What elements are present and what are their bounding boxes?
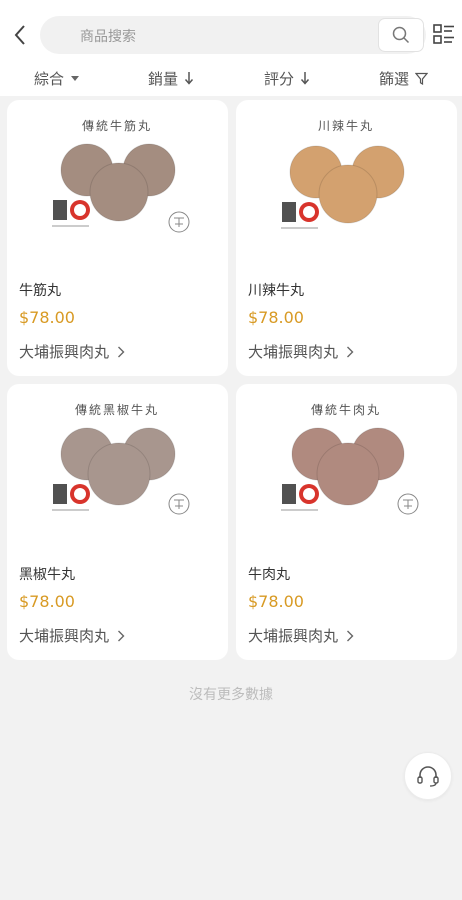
product-image: 傳統牛筋丸 — [52, 118, 190, 233]
filter-icon — [415, 72, 429, 85]
brand-logo — [281, 202, 319, 229]
product-image-title: 傳統牛肉丸 — [311, 402, 381, 417]
product-price: $78.00 — [19, 592, 75, 611]
product-image-title: 傳統牛筋丸 — [82, 118, 152, 133]
brand-logo — [52, 484, 90, 511]
chevron-right-icon — [347, 346, 354, 357]
product-name: 黑椒牛丸 — [19, 567, 75, 583]
product-card[interactable]: 川辣牛丸 川辣牛丸 $78.00 大埔振興肉丸 — [236, 100, 457, 376]
chevron-right-icon — [347, 630, 354, 641]
top-bar: 商品搜索 綜合 銷量 評分 篩選 — [0, 0, 462, 96]
halal-badge-icon — [168, 211, 190, 233]
brand-logo — [281, 484, 319, 511]
no-more-data-text: 沒有更多數據 — [189, 687, 273, 703]
shop-link[interactable]: 大埔振興肉丸 — [248, 625, 354, 646]
product-card[interactable]: 傳統牛筋丸 牛筋丸 $78.00 大埔振興肉丸 — [7, 100, 228, 376]
arrow-down-icon — [184, 72, 194, 85]
brand-logo — [52, 200, 90, 227]
layout-toggle-button[interactable] — [432, 22, 458, 48]
sort-filter-label: 篩選 — [379, 69, 410, 88]
chevron-right-icon — [118, 346, 125, 357]
list-layout-icon — [433, 24, 454, 44]
product-image: 傳統黑椒牛丸 — [52, 402, 190, 515]
arrow-down-icon — [300, 72, 310, 85]
shop-name: 大埔振興肉丸 — [19, 627, 110, 645]
chevron-right-icon — [118, 630, 125, 641]
shop-link[interactable]: 大埔振興肉丸 — [248, 341, 354, 362]
sort-filter[interactable]: 篩選 — [379, 66, 429, 90]
product-image: 傳統牛肉丸 — [281, 402, 419, 515]
search-bar[interactable]: 商品搜索 — [40, 16, 426, 54]
sort-bar: 綜合 銷量 評分 篩選 — [0, 60, 462, 94]
shop-name: 大埔振興肉丸 — [248, 343, 339, 361]
headset-icon — [417, 766, 439, 787]
search-button[interactable] — [378, 18, 424, 52]
halal-badge-icon — [397, 493, 419, 515]
halal-badge-icon — [168, 493, 190, 515]
product-price: $78.00 — [19, 308, 75, 327]
caret-down-icon — [71, 76, 80, 81]
product-name: 川辣牛丸 — [248, 283, 304, 299]
back-button[interactable] — [8, 20, 32, 50]
product-price: $78.00 — [248, 308, 304, 327]
sort-rating[interactable]: 評分 — [264, 66, 310, 90]
product-image-title: 傳統黑椒牛丸 — [75, 402, 159, 417]
customer-service-button[interactable] — [404, 752, 452, 800]
product-image: 川辣牛丸 — [281, 118, 405, 229]
meatball — [318, 164, 378, 224]
chevron-left-icon — [14, 25, 25, 45]
sort-composite-label: 綜合 — [34, 69, 65, 88]
sort-sales-label: 銷量 — [148, 69, 179, 88]
product-card[interactable]: 傳統牛肉丸 牛肉丸 $78.00 大埔振興肉丸 — [236, 384, 457, 660]
shop-name: 大埔振興肉丸 — [248, 627, 339, 645]
sort-composite[interactable]: 綜合 — [34, 66, 80, 90]
search-input[interactable]: 商品搜索 — [80, 26, 136, 46]
product-card[interactable]: 傳統黑椒牛丸 黑椒牛丸 $78.00 大埔振興肉丸 — [7, 384, 228, 660]
shop-link[interactable]: 大埔振興肉丸 — [19, 625, 125, 646]
search-icon — [392, 26, 410, 44]
product-image-title: 川辣牛丸 — [318, 118, 374, 133]
sort-sales[interactable]: 銷量 — [148, 66, 194, 90]
shop-link[interactable]: 大埔振興肉丸 — [19, 341, 125, 362]
meatball — [87, 442, 151, 506]
product-name: 牛肉丸 — [248, 567, 290, 583]
shop-name: 大埔振興肉丸 — [19, 343, 110, 361]
product-price: $78.00 — [248, 592, 304, 611]
product-name: 牛筋丸 — [19, 283, 61, 299]
sort-rating-label: 評分 — [264, 69, 295, 88]
meatball — [316, 442, 380, 506]
meatball — [89, 162, 149, 222]
